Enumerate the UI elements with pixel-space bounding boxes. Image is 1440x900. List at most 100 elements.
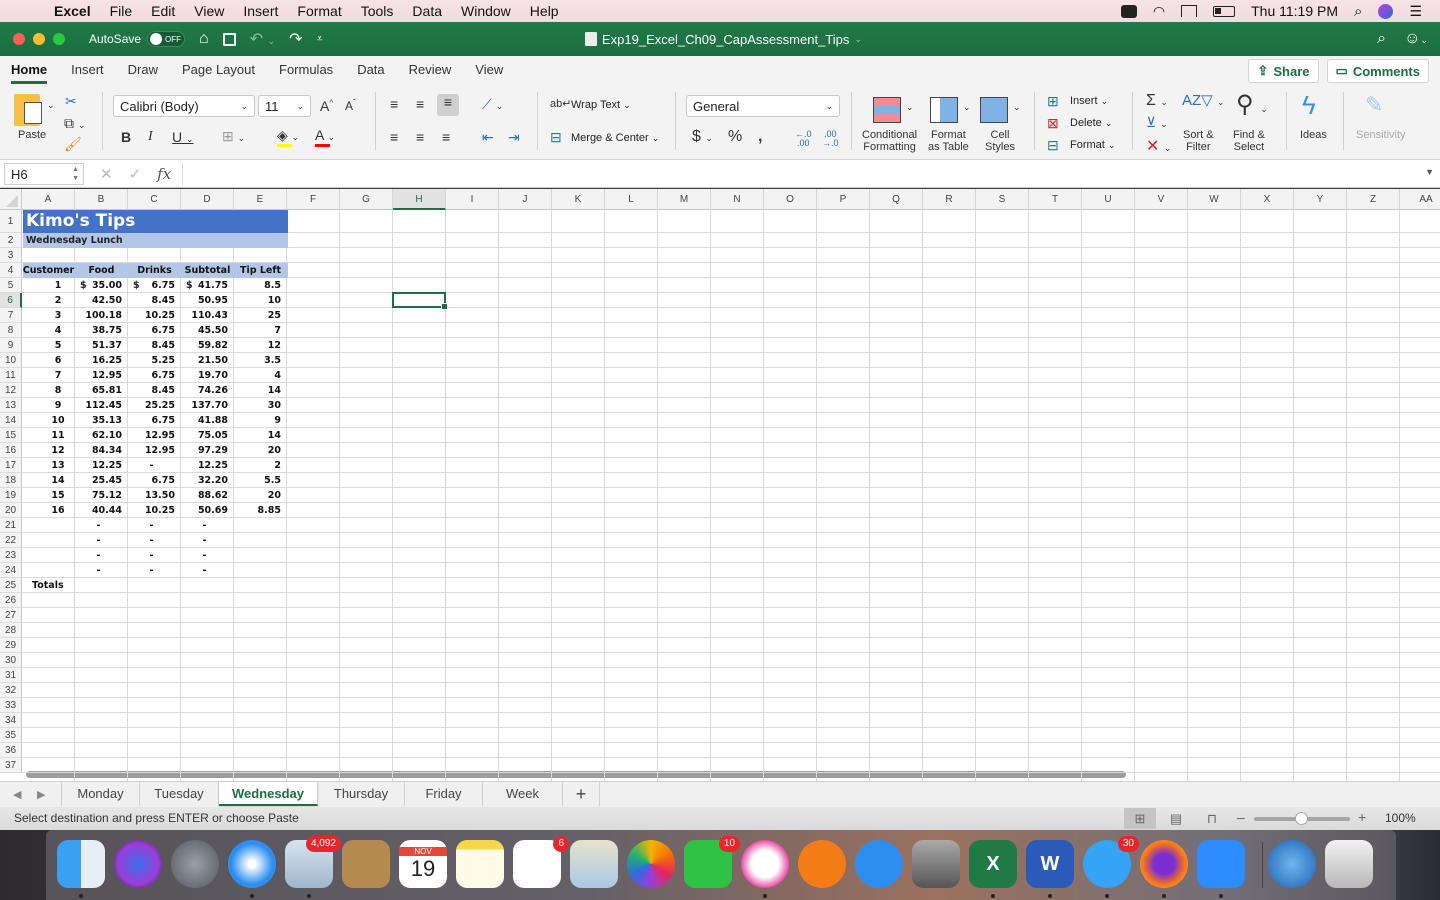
dock-zoom-icon[interactable] [1197, 840, 1245, 888]
column-header-a[interactable]: A [22, 189, 75, 210]
cell-tip[interactable]: 9 [234, 413, 281, 428]
row-header-19[interactable]: 19 [0, 488, 22, 503]
cell-subtotal[interactable]: 75.05 [181, 428, 228, 443]
menu-tools[interactable]: Tools [361, 3, 394, 19]
sheet-tab-wednesday[interactable]: Wednesday [219, 782, 318, 806]
comments-button[interactable]: ▭ Comments [1326, 59, 1429, 83]
cell-subtotal[interactable]: 74.26 [181, 383, 228, 398]
align-top-icon[interactable]: ≡ [390, 96, 398, 112]
dock-reminders-icon[interactable]: 6 [513, 836, 569, 888]
chevron-down-icon[interactable]: ⌄ [906, 102, 914, 113]
format-cells-button[interactable]: Format ⌄ [1070, 139, 1115, 151]
cell-drinks[interactable]: 6.75 [128, 323, 175, 338]
font-size-select[interactable]: 11 ⌄ [258, 95, 311, 117]
page-break-view-button[interactable]: ⊓ [1196, 808, 1228, 829]
sort-filter-icon[interactable]: AZ▽ ⌄ [1182, 91, 1224, 109]
align-left-icon[interactable]: ≡ [390, 129, 398, 145]
cell-subtotal[interactable]: 41.88 [181, 413, 228, 428]
cell-food[interactable]: 65.81 [75, 383, 122, 398]
cell-drinks[interactable]: 5.25 [128, 353, 175, 368]
column-header-y[interactable]: Y [1294, 189, 1347, 210]
cell-drinks[interactable]: - [128, 533, 175, 548]
dock-calendar-icon[interactable]: NOV 19 [399, 840, 447, 888]
siri-icon[interactable] [1378, 3, 1394, 19]
select-all-button[interactable] [0, 189, 22, 210]
cell-drinks[interactable]: - [128, 458, 175, 473]
home-icon[interactable]: ⌂ [199, 30, 209, 48]
delete-cells-icon[interactable]: ⊠ [1047, 115, 1059, 132]
cell-subtotal[interactable]: 50.69 [181, 503, 228, 518]
save-icon[interactable] [222, 32, 236, 46]
dock-messages-icon[interactable]: 30 [1083, 836, 1139, 888]
row-header-2[interactable]: 2 [0, 233, 22, 248]
cell-subtotal[interactable]: 12.25 [181, 458, 228, 473]
expand-formula-bar-icon[interactable]: ▼ [1425, 167, 1434, 177]
decrease-decimal-icon[interactable]: .00 →.0 [822, 130, 839, 148]
tab-view[interactable]: View [475, 62, 503, 84]
align-bottom-icon[interactable]: ≡ [437, 94, 459, 116]
dock-globe-icon[interactable] [1268, 840, 1316, 888]
dock-contacts-icon[interactable] [342, 840, 390, 888]
airplay-icon[interactable] [1181, 5, 1198, 17]
row-header-18[interactable]: 18 [0, 473, 22, 488]
format-as-table-label[interactable]: Format as Table [928, 129, 969, 153]
menu-edit[interactable]: Edit [151, 3, 175, 19]
column-header-m[interactable]: M [658, 189, 711, 210]
cell-subtotal[interactable]: 21.50 [181, 353, 228, 368]
copy-icon[interactable]: ⧉ ⌄ [64, 115, 85, 132]
orientation-icon[interactable]: ⟋ ⌄ [482, 96, 503, 113]
column-header-w[interactable]: W [1188, 189, 1241, 210]
cell-food[interactable]: - [75, 548, 122, 563]
column-header-h[interactable]: H [393, 189, 446, 210]
cell-tip[interactable]: 8.85 [234, 503, 281, 518]
cell-subtotal[interactable]: 45.50 [181, 323, 228, 338]
cell-drinks[interactable]: 10.25 [128, 308, 175, 323]
find-select-icon[interactable]: ⚲ ⌄ [1236, 90, 1268, 119]
bold-button[interactable]: B [121, 129, 131, 145]
row-header-22[interactable]: 22 [0, 533, 22, 548]
cell-food[interactable]: 100.18 [75, 308, 122, 323]
insert-cells-button[interactable]: Insert ⌄ [1070, 95, 1108, 107]
cell-tip[interactable]: 2 [234, 458, 281, 473]
increase-font-size-icon[interactable]: A^ [320, 98, 333, 114]
cell-tip[interactable]: 25 [234, 308, 281, 323]
cell-subtotal[interactable]: - [181, 533, 228, 548]
cell-styles-label[interactable]: Cell Styles [985, 129, 1015, 153]
menu-app-excel[interactable]: Excel [54, 3, 91, 19]
comma-format-icon[interactable]: , [758, 128, 762, 146]
cell-subtotal[interactable]: 97.29 [181, 443, 228, 458]
cell-food[interactable]: - [75, 533, 122, 548]
row-header-12[interactable]: 12 [0, 383, 22, 398]
ideas-label[interactable]: Ideas [1300, 129, 1327, 141]
column-header-l[interactable]: L [605, 189, 658, 210]
insert-function-icon[interactable]: fx [157, 165, 171, 183]
close-window-button[interactable] [13, 33, 25, 45]
row-header-34[interactable]: 34 [0, 713, 22, 728]
notification-center-icon[interactable]: ☰ [1409, 3, 1422, 20]
column-header-i[interactable]: I [446, 189, 499, 210]
cell-drinks[interactable]: 6.75 [128, 473, 175, 488]
menu-insert[interactable]: Insert [243, 3, 278, 19]
column-header-v[interactable]: V [1135, 189, 1188, 210]
font-name-select[interactable]: Calibri (Body) ⌄ [113, 95, 255, 117]
cell-food[interactable]: 12.25 [75, 458, 122, 473]
sheet-title[interactable]: Kimo's Tips [23, 210, 288, 233]
redo-icon[interactable]: ↷ [289, 29, 302, 49]
row-header-33[interactable]: 33 [0, 698, 22, 713]
dock-launchpad-icon[interactable] [171, 840, 219, 888]
row-header-3[interactable]: 3 [0, 248, 22, 263]
cell-drinks[interactable]: 8.45 [128, 293, 175, 308]
selected-cell[interactable] [392, 292, 448, 310]
menu-help[interactable]: Help [530, 3, 559, 19]
row-header-4[interactable]: 4 [0, 263, 22, 278]
row-header-31[interactable]: 31 [0, 668, 22, 683]
row-header-21[interactable]: 21 [0, 518, 22, 533]
cell-drinks[interactable]: 8.45 [128, 383, 175, 398]
zoom-status-icon[interactable] [1120, 4, 1137, 18]
italic-button[interactable]: I [148, 129, 153, 145]
row-header-30[interactable]: 30 [0, 653, 22, 668]
row-header-10[interactable]: 10 [0, 353, 22, 368]
row-header-11[interactable]: 11 [0, 368, 22, 383]
row-header-35[interactable]: 35 [0, 728, 22, 743]
cell-food[interactable]: 42.50 [75, 293, 122, 308]
